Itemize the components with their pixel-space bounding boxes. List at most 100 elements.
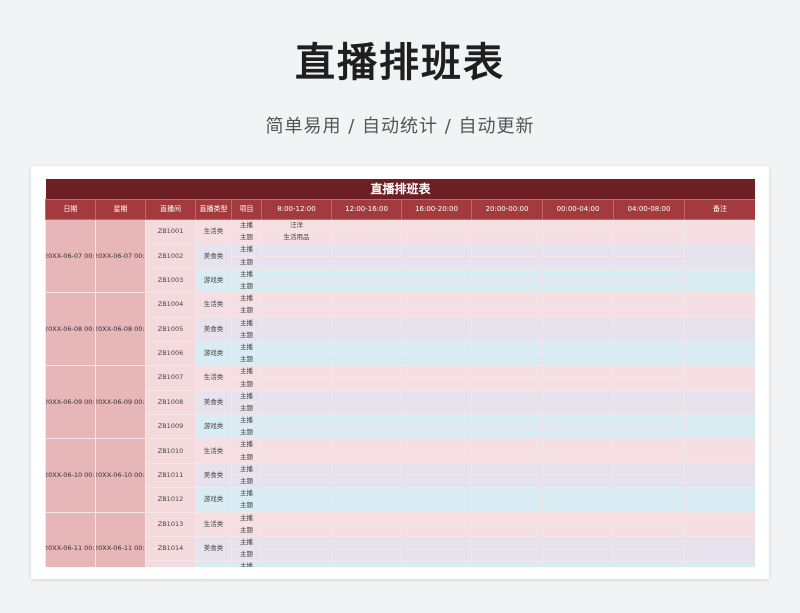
slot-cell[interactable] [331,560,402,567]
slot-cell[interactable] [401,438,472,452]
slot-cell[interactable] [613,462,685,476]
room-type-cell[interactable]: 美食类 [195,389,232,416]
slot-cell[interactable] [471,255,543,269]
item-cell[interactable]: 主播 [231,535,262,550]
note-cell[interactable] [683,218,755,245]
room-id-cell[interactable]: ZB1008 [145,389,196,416]
slot-cell[interactable] [471,231,543,245]
slot-cell[interactable] [331,243,402,257]
slot-cell[interactable] [261,462,332,476]
slot-cell[interactable] [261,267,332,281]
note-cell[interactable] [683,365,755,391]
slot-cell[interactable] [471,243,543,257]
note-cell[interactable] [683,535,755,562]
slot-cell[interactable] [542,413,614,428]
room-id-cell[interactable]: ZB1005 [145,316,196,342]
slot-cell[interactable] [613,523,685,537]
slot-cell[interactable] [542,267,614,281]
slot-cell[interactable] [471,426,543,440]
slot-cell[interactable] [261,499,332,513]
item-cell[interactable]: 主题 [231,304,262,318]
room-type-cell[interactable]: 生活类 [195,365,232,391]
slot-cell[interactable] [261,413,332,428]
weekday-cell[interactable]: 20XX-06-11 00:00:00 [95,511,146,567]
item-cell[interactable]: 主播 [231,218,262,233]
slot-cell[interactable] [542,243,614,257]
slot-cell[interactable] [261,474,332,489]
item-cell[interactable]: 主题 [231,523,262,537]
room-id-cell[interactable]: ZB1003 [145,267,196,294]
item-cell[interactable]: 主播 [231,560,262,567]
item-cell[interactable]: 主播 [231,462,262,476]
room-type-cell[interactable]: 美食类 [195,243,232,269]
slot-cell[interactable] [471,523,543,537]
date-cell[interactable]: 20XX-06-08 00:00:00 [45,292,96,367]
slot-cell[interactable] [331,328,402,342]
slot-cell[interactable] [542,462,614,476]
date-cell[interactable]: 20XX-06-10 00:00:00 [45,438,96,513]
slot-cell[interactable] [331,511,402,525]
slot-cell[interactable] [331,438,402,452]
room-type-cell[interactable]: 游戏类 [195,267,232,294]
slot-cell[interactable] [261,353,332,367]
weekday-cell[interactable]: 20XX-06-08 00:00:00 [95,292,146,367]
slot-cell[interactable] [613,218,685,233]
room-type-cell[interactable]: 生活类 [195,218,232,245]
slot-cell[interactable] [261,487,332,501]
slot-cell[interactable] [331,279,402,294]
slot-cell[interactable] [613,438,685,452]
room-id-cell[interactable]: ZB1010 [145,438,196,464]
item-cell[interactable]: 主播 [231,511,262,525]
slot-cell[interactable] [542,499,614,513]
room-id-cell[interactable]: ZB1014 [145,535,196,562]
slot-cell[interactable] [261,328,332,342]
item-cell[interactable]: 主题 [231,426,262,440]
room-id-cell[interactable]: ZB1013 [145,511,196,537]
slot-cell[interactable] [613,548,685,562]
slot-cell[interactable] [401,316,472,330]
slot-cell[interactable] [331,401,402,416]
slot-cell[interactable] [613,353,685,367]
slot-cell[interactable] [401,462,472,476]
slot-cell[interactable] [542,474,614,489]
slot-cell[interactable] [471,365,543,379]
note-cell[interactable] [683,389,755,416]
slot-cell[interactable] [542,438,614,452]
slot-cell[interactable] [331,267,402,281]
slot-cell[interactable] [401,292,472,306]
slot-cell[interactable] [613,511,685,525]
slot-cell[interactable] [471,279,543,294]
room-id-cell[interactable]: ZB1006 [145,340,196,367]
slot-cell[interactable] [401,560,472,567]
slot-cell[interactable] [331,523,402,537]
slot-cell[interactable] [542,231,614,245]
room-type-cell[interactable]: 美食类 [195,535,232,562]
slot-cell[interactable] [261,426,332,440]
note-cell[interactable] [683,438,755,464]
item-cell[interactable]: 主题 [231,474,262,489]
slot-cell[interactable] [471,499,543,513]
slot-cell[interactable] [542,365,614,379]
slot-cell[interactable] [331,462,402,476]
item-cell[interactable]: 主播 [231,365,262,379]
room-id-cell[interactable]: ZB1012 [145,487,196,513]
slot-cell[interactable] [261,279,332,294]
slot-cell[interactable] [261,389,332,403]
slot-cell[interactable] [401,450,472,464]
slot-cell[interactable] [261,401,332,416]
slot-cell[interactable] [471,304,543,318]
item-cell[interactable]: 主播 [231,340,262,355]
slot-cell[interactable] [613,292,685,306]
slot-cell[interactable] [613,401,685,416]
room-type-cell[interactable]: 游戏类 [195,340,232,367]
slot-cell[interactable] [261,560,332,567]
slot-cell[interactable] [261,535,332,550]
slot-cell[interactable] [331,316,402,330]
item-cell[interactable]: 主题 [231,377,262,391]
room-id-cell[interactable]: ZB1011 [145,462,196,489]
room-id-cell[interactable]: ZB1015 [145,560,196,567]
item-cell[interactable]: 主题 [231,499,262,513]
slot-cell[interactable] [331,377,402,391]
slot-cell[interactable] [542,316,614,330]
slot-cell[interactable] [331,340,402,355]
